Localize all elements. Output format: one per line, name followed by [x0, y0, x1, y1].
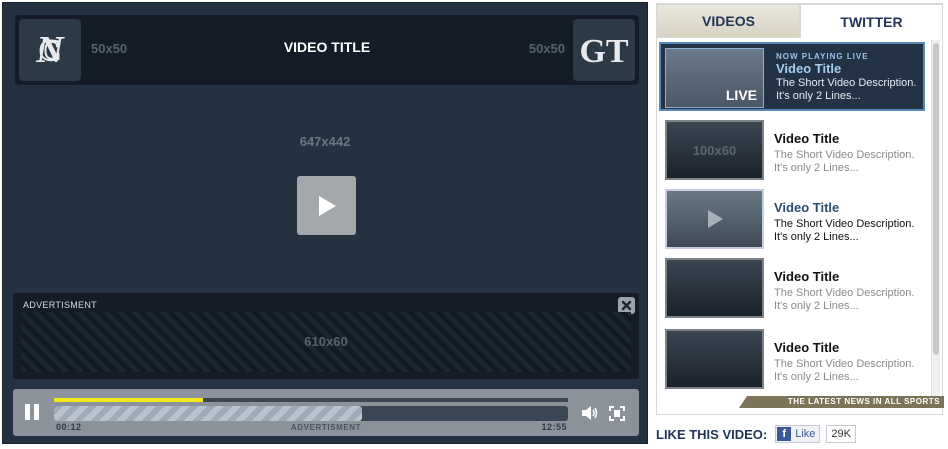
gt-logo: GT [573, 19, 635, 81]
list-item[interactable]: Video Title The Short Video Description.… [659, 323, 925, 392]
item-description: The Short Video Description. It's only 2… [774, 287, 915, 312]
video-thumbnail [665, 329, 764, 389]
tab-twitter[interactable]: TWITTER [800, 4, 943, 38]
play-button[interactable] [297, 176, 356, 235]
tab-videos[interactable]: VIDEOS [657, 4, 800, 38]
fullscreen-button[interactable] [609, 406, 625, 426]
like-button-label: Like [795, 428, 816, 440]
like-section: LIKE THIS VIDEO: f Like 29K [656, 425, 856, 443]
item-description: The Short Video Description. It's only 2… [776, 77, 917, 102]
video-list: LIVE NOW PLAYING LIVE Video Title The Sh… [659, 40, 929, 394]
advertisement-banner[interactable]: ADVERTISMENT 610x60 [13, 293, 639, 379]
fullscreen-icon [609, 406, 625, 421]
volume-button[interactable] [581, 405, 599, 426]
item-description: The Short Video Description. It's only 2… [774, 149, 915, 174]
duration: 12:55 [541, 422, 567, 432]
thumbnail-size-label: 100x60 [692, 142, 737, 158]
play-icon [707, 210, 723, 228]
scrollbar-thumb[interactable] [933, 43, 939, 355]
ad-progress-track [54, 398, 568, 402]
seek-bar-fill [54, 406, 363, 421]
close-icon [621, 300, 632, 311]
live-badge: LIVE [725, 87, 757, 103]
svg-text:GT: GT [579, 33, 628, 70]
video-thumbnail [665, 258, 764, 318]
list-item[interactable]: 100x60 Video Title The Short Video Descr… [659, 114, 925, 183]
right-team-size: 50x50 [528, 41, 565, 56]
volume-icon [582, 406, 598, 420]
item-title: Video Title [776, 61, 842, 76]
list-item[interactable]: LIVE NOW PLAYING LIVE Video Title The Sh… [659, 42, 925, 111]
seek-bar[interactable] [54, 406, 568, 421]
item-title: Video Title [774, 200, 840, 215]
list-item[interactable]: Video Title The Short Video Description.… [659, 252, 925, 321]
facebook-like-button[interactable]: f Like [775, 425, 821, 443]
item-title: Video Title [774, 340, 840, 355]
stage-size-label: 647x442 [299, 134, 351, 149]
ad-size-label: 610x60 [304, 334, 348, 349]
video-thumbnail: 100x60 [665, 120, 764, 180]
item-description: The Short Video Description. It's only 2… [774, 218, 915, 243]
item-title: Video Title [774, 269, 840, 284]
video-thumbnail: LIVE [665, 48, 764, 108]
facebook-icon: f [777, 427, 792, 441]
video-thumbnail [665, 189, 764, 249]
item-title: Video Title [774, 131, 840, 146]
ad-label: ADVERTISMENT [23, 300, 97, 310]
scrollbar[interactable] [931, 40, 940, 396]
like-count: 29K [826, 425, 856, 443]
item-description: The Short Video Description. It's only 2… [774, 358, 915, 383]
now-playing-label: NOW PLAYING LIVE [776, 52, 869, 61]
video-sidebar: VIDEOS TWITTER LIVE NOW PLAYING LIVE Vid… [656, 3, 944, 415]
ad-slot: 610x60 [21, 312, 631, 372]
pause-button[interactable] [25, 404, 41, 420]
list-item[interactable]: Video Title The Short Video Description.… [659, 183, 925, 252]
pause-icon [25, 404, 30, 420]
like-label: LIKE THIS VIDEO: [656, 426, 768, 442]
ad-progress-fill [54, 398, 204, 402]
play-icon [318, 195, 336, 216]
player-controls: 00:12 ADVERTISMENT 12:55 [13, 389, 639, 436]
news-ribbon: THE LATEST NEWS IN ALL SPORTS [739, 396, 944, 408]
player-header: N C 50x50 VIDEO TITLE 50x50 GT [15, 15, 639, 85]
video-player[interactable]: N C 50x50 VIDEO TITLE 50x50 GT 647x442 A… [2, 2, 648, 444]
